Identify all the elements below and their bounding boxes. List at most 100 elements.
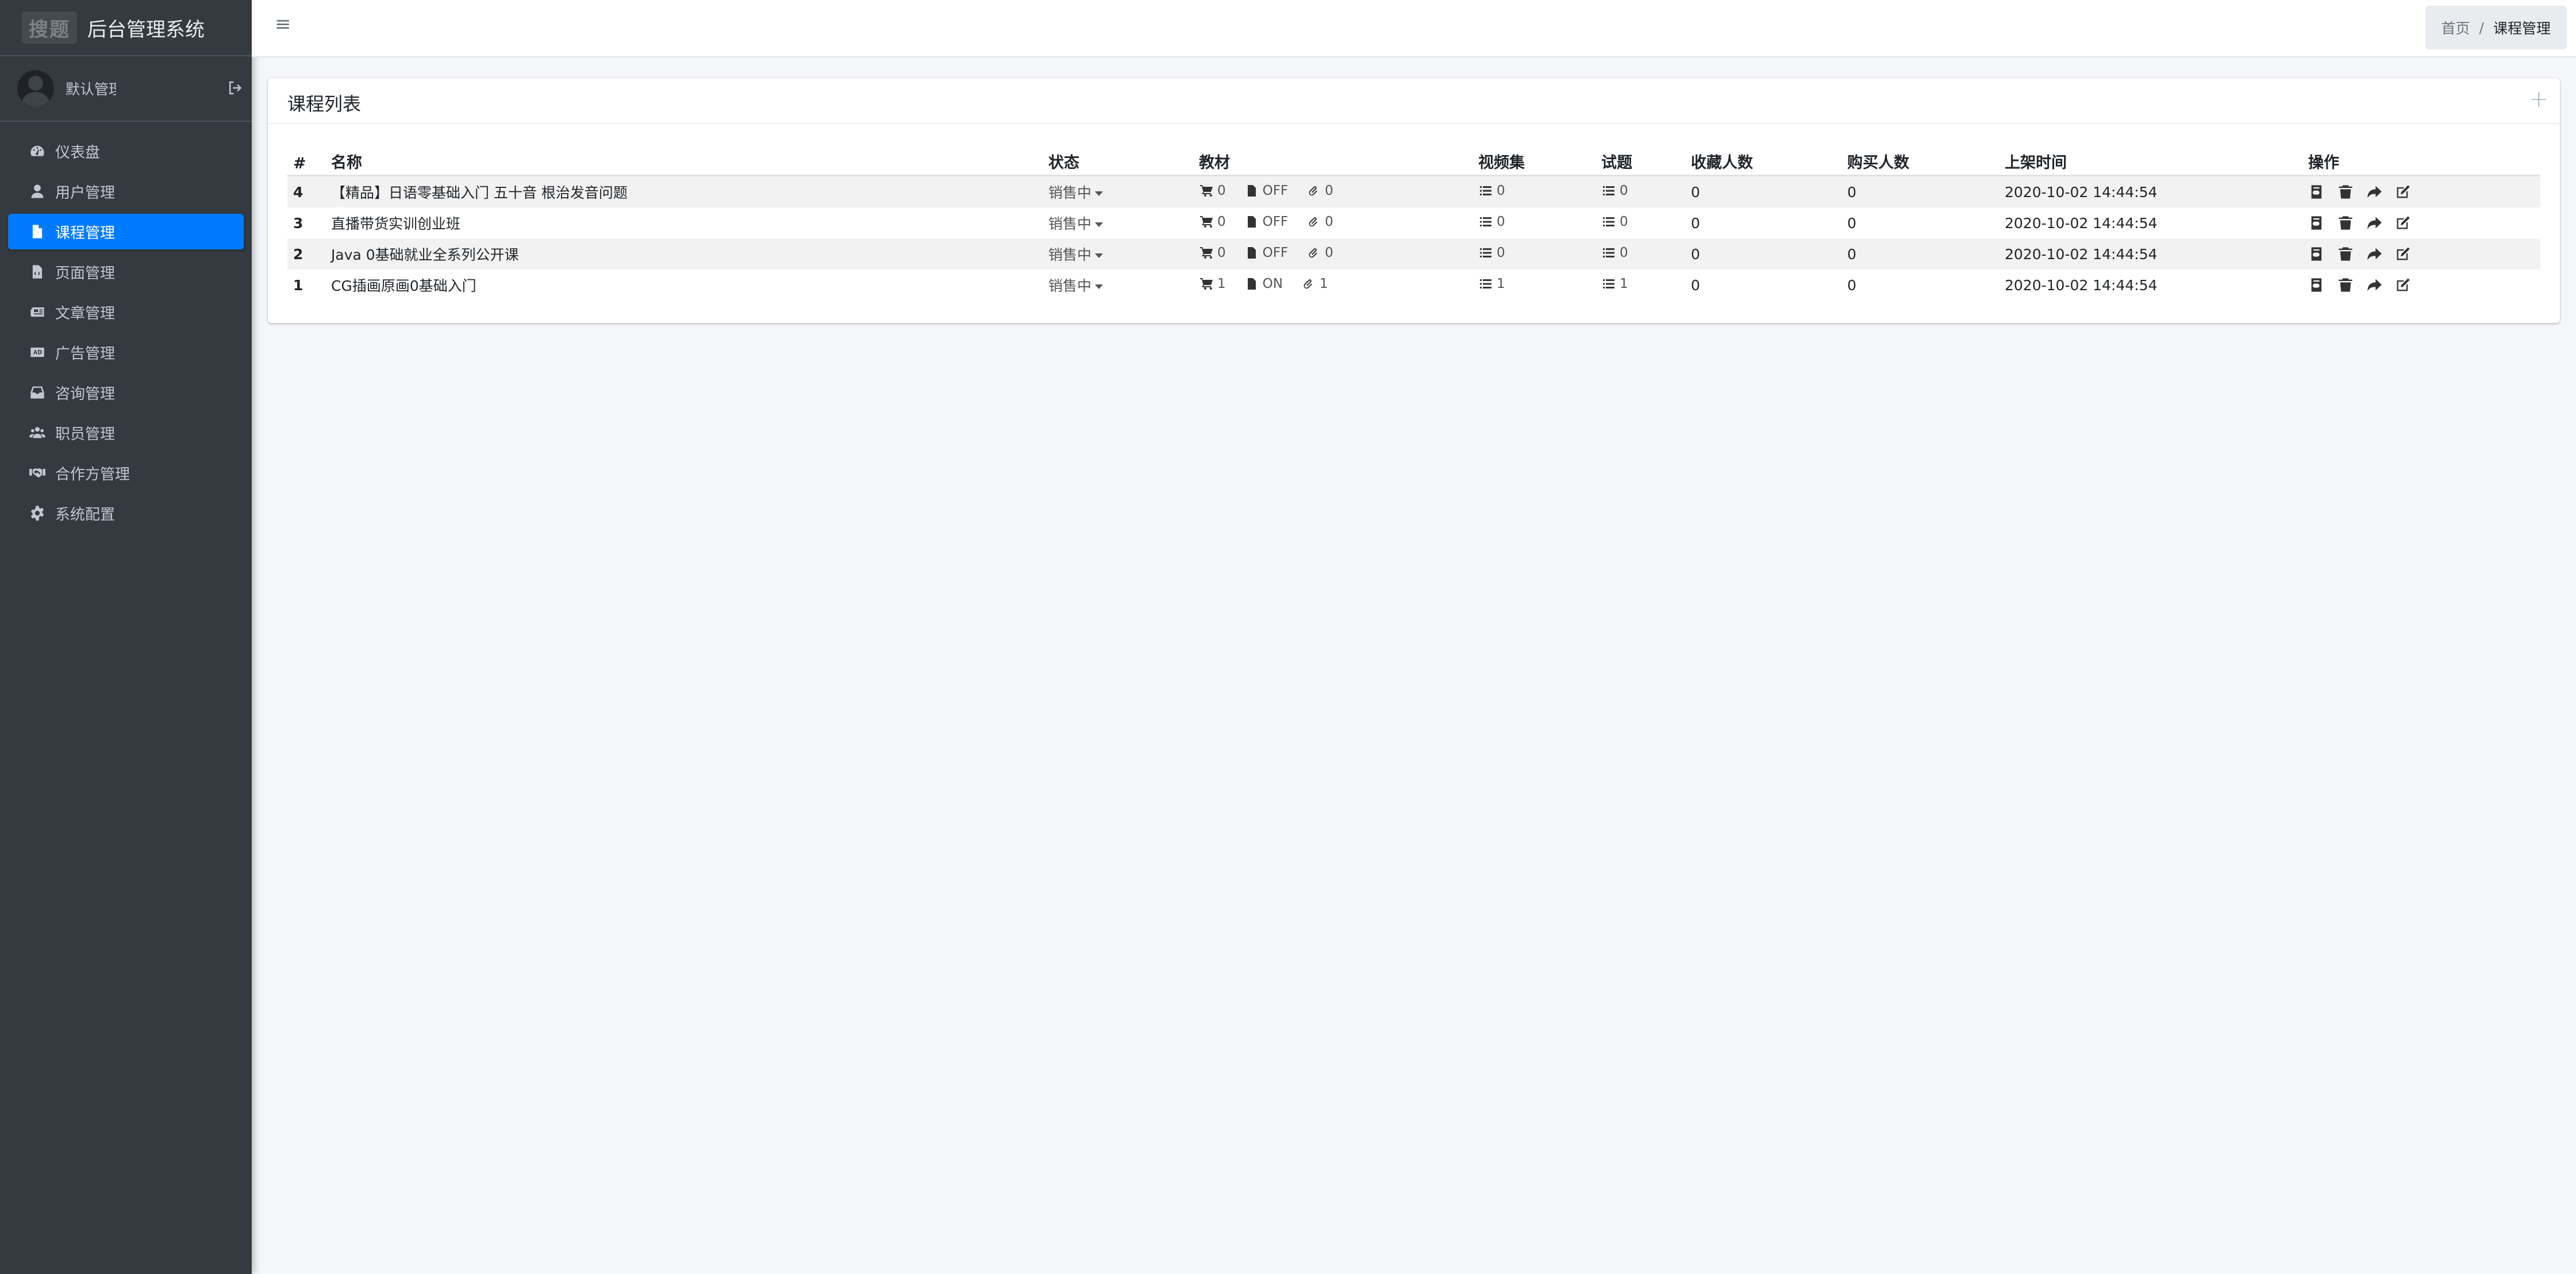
sidebar-item-partners[interactable]: 合作方管理	[8, 455, 244, 491]
share-icon[interactable]	[2366, 215, 2383, 231]
user-panel: 默认管理员	[0, 56, 252, 122]
cart-value: 1	[1217, 276, 1226, 291]
cart-count[interactable]: 0	[1199, 183, 1226, 198]
brand[interactable]: 搜题 后台管理系统	[0, 0, 252, 56]
course-name: Java 0基础就业全系列公开课	[331, 247, 519, 263]
breadcrumb: 首页 / 课程管理	[2425, 6, 2567, 49]
status-dropdown[interactable]: 销售中	[1043, 270, 1193, 301]
trash-icon[interactable]	[2337, 246, 2354, 262]
file-status[interactable]: OFF	[1244, 183, 1288, 198]
cart-value: 0	[1217, 183, 1226, 198]
status-label[interactable]: 销售中	[1048, 278, 1091, 294]
list-icon	[1480, 186, 1491, 195]
list-icon	[1480, 248, 1491, 257]
videos-cell[interactable]: 0	[1472, 176, 1595, 208]
col-name: 名称	[325, 147, 1043, 176]
questions-cell[interactable]: 0	[1595, 176, 1685, 208]
trash-icon[interactable]	[2337, 184, 2354, 200]
add-course-button[interactable]: +	[2529, 86, 2548, 113]
sidebar: 搜题 后台管理系统 默认管理员 仪表盘 用户管理 课程管理 页面管理 文章管理	[0, 0, 252, 1274]
attachment-count[interactable]: 0	[1306, 214, 1333, 229]
row-id: 3	[293, 214, 303, 232]
share-icon[interactable]	[2366, 277, 2383, 293]
file-status[interactable]: ON	[1244, 276, 1283, 291]
edit-icon[interactable]	[2394, 215, 2412, 231]
file-status[interactable]: OFF	[1244, 245, 1289, 260]
attachment-count[interactable]: 0	[1306, 183, 1333, 198]
cart-count[interactable]: 0	[1199, 245, 1226, 260]
file-status[interactable]: OFF	[1244, 214, 1289, 229]
purchases-value: 0	[1847, 276, 1856, 294]
course-list-card: 课程列表 + # 名称 状态 教材 视频集 试题 收藏人数 购买人数 上架时间 …	[268, 78, 2560, 323]
col-purchases: 购买人数	[1841, 147, 1999, 176]
paperclip-icon	[1309, 217, 1318, 226]
videos-value: 1	[1497, 276, 1505, 291]
caret-down-icon[interactable]	[1095, 284, 1104, 289]
actions-cell	[2302, 238, 2540, 270]
listed-time: 2020-10-02 14:44:54	[2005, 214, 2158, 232]
share-icon[interactable]	[2366, 184, 2383, 200]
course-name: 直播带货实训创业班	[331, 215, 461, 232]
sidebar-item-users[interactable]: 用户管理	[8, 174, 244, 209]
table-header-row: # 名称 状态 教材 视频集 试题 收藏人数 购买人数 上架时间 操作	[287, 147, 2540, 176]
logout-icon[interactable]	[226, 79, 244, 97]
inbox-icon	[28, 384, 47, 401]
status-dropdown[interactable]: 销售中	[1043, 207, 1193, 238]
questions-cell[interactable]: 1	[1595, 270, 1685, 301]
questions-value: 0	[1620, 245, 1628, 260]
book-icon[interactable]	[2308, 277, 2325, 293]
sidebar-item-dashboard[interactable]: 仪表盘	[8, 133, 244, 169]
book-icon[interactable]	[2308, 246, 2325, 262]
list-icon	[1603, 248, 1614, 257]
sidebar-item-inquiries[interactable]: 咨询管理	[8, 375, 244, 410]
trash-icon[interactable]	[2337, 277, 2354, 293]
sidebar-item-staff[interactable]: 职员管理	[8, 415, 244, 451]
caret-down-icon[interactable]	[1095, 222, 1104, 227]
cart-count[interactable]: 1	[1199, 276, 1226, 291]
list-icon	[1603, 186, 1614, 195]
trash-icon[interactable]	[2337, 215, 2354, 231]
user-name[interactable]: 默认管理员	[66, 78, 116, 99]
status-dropdown[interactable]: 销售中	[1043, 238, 1193, 270]
cart-icon	[1200, 215, 1213, 228]
videos-cell[interactable]: 1	[1472, 270, 1595, 301]
sidebar-item-label: 页面管理	[55, 264, 116, 282]
sidebar-item-ads[interactable]: 广告管理	[8, 334, 244, 370]
sidebar-item-articles[interactable]: 文章管理	[8, 294, 244, 330]
sidebar-item-settings[interactable]: 系统配置	[8, 495, 244, 531]
edit-icon[interactable]	[2394, 246, 2412, 262]
book-icon[interactable]	[2308, 215, 2325, 231]
edit-icon[interactable]	[2394, 277, 2412, 293]
menu-toggle-icon[interactable]: ≡	[275, 13, 291, 36]
caret-down-icon[interactable]	[1095, 191, 1104, 196]
course-name: 【精品】日语零基础入门 五十音 根治发音问题	[331, 184, 628, 201]
caret-down-icon[interactable]	[1095, 253, 1104, 258]
attachment-count[interactable]: 1	[1301, 276, 1328, 291]
attachment-count[interactable]: 0	[1306, 245, 1333, 260]
cart-icon	[1200, 184, 1213, 197]
course-table: # 名称 状态 教材 视频集 试题 收藏人数 购买人数 上架时间 操作 4 【精…	[287, 147, 2540, 301]
sidebar-item-pages[interactable]: 页面管理	[8, 254, 244, 290]
cart-value: 0	[1217, 245, 1226, 260]
breadcrumb-home[interactable]: 首页	[2442, 17, 2470, 38]
status-label[interactable]: 销售中	[1048, 184, 1091, 201]
status-dropdown[interactable]: 销售中	[1043, 176, 1193, 208]
file-value: OFF	[1262, 214, 1289, 229]
questions-cell[interactable]: 0	[1595, 238, 1685, 270]
avatar[interactable]	[17, 70, 54, 107]
edit-icon[interactable]	[2394, 184, 2412, 200]
sidebar-item-label: 咨询管理	[55, 385, 116, 403]
file-value: OFF	[1262, 245, 1289, 260]
questions-cell[interactable]: 0	[1595, 207, 1685, 238]
file-icon	[28, 223, 47, 240]
book-icon[interactable]	[2308, 184, 2325, 200]
videos-cell[interactable]: 0	[1472, 207, 1595, 238]
favorites-value: 0	[1691, 276, 1700, 294]
status-label[interactable]: 销售中	[1048, 247, 1091, 263]
cart-count[interactable]: 0	[1199, 214, 1226, 229]
status-label[interactable]: 销售中	[1048, 215, 1091, 232]
col-questions: 试题	[1595, 147, 1685, 176]
share-icon[interactable]	[2366, 246, 2383, 262]
videos-cell[interactable]: 0	[1472, 238, 1595, 270]
sidebar-item-courses[interactable]: 课程管理	[8, 214, 244, 249]
